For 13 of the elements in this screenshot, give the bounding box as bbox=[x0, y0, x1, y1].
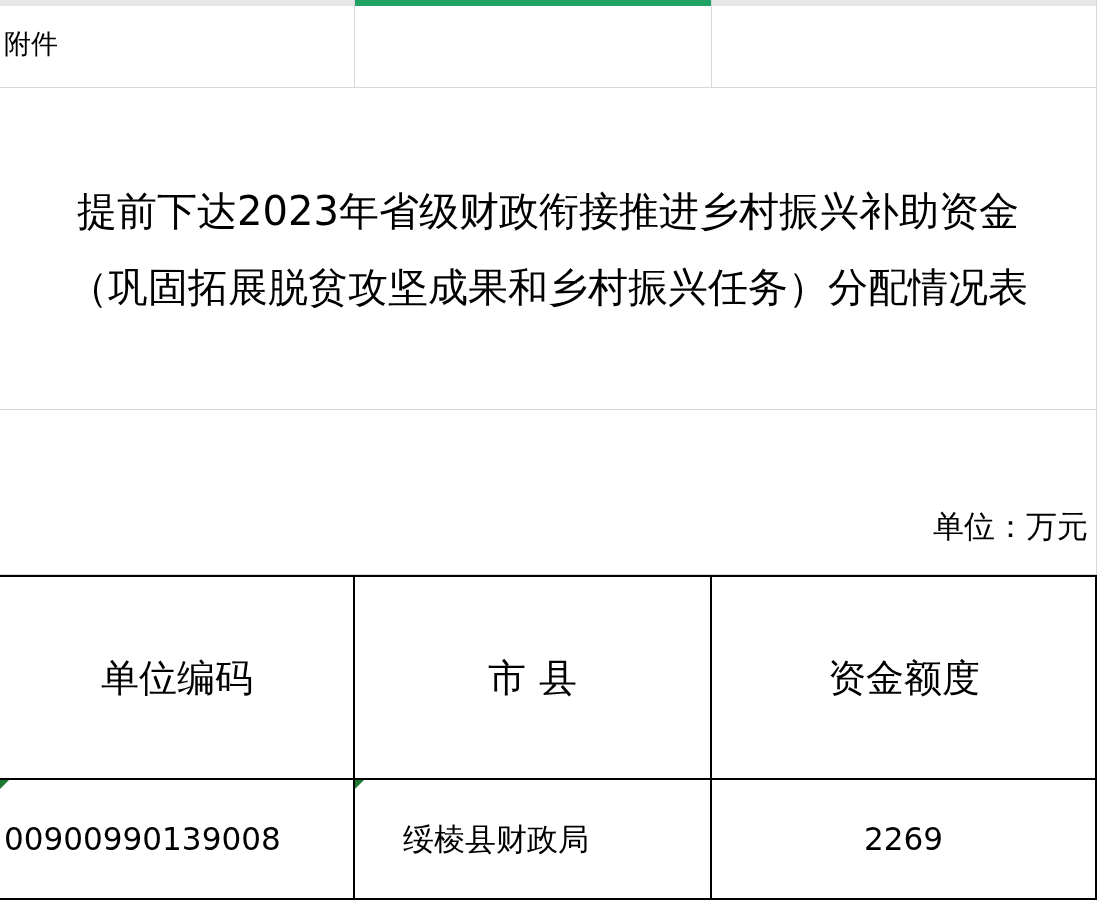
column-header-strip[interactable] bbox=[0, 0, 354, 6]
table-cell-text: 绥棱县财政局 bbox=[403, 819, 589, 859]
column-header: 资金额度 bbox=[827, 653, 980, 702]
column-header: 单位编码 bbox=[100, 653, 253, 702]
table-title: 提前下达2023年省级财政衔接推进乡村振兴补助资金 bbox=[77, 186, 1019, 236]
table-cell-text: 2269 bbox=[863, 819, 944, 859]
column-header-strip[interactable] bbox=[712, 0, 1096, 6]
selected-column-indicator[interactable] bbox=[355, 0, 711, 6]
unit-note: 单位：万元 bbox=[933, 507, 1088, 547]
table-title: （巩固拓展脱贫攻坚成果和乡村振兴任务）分配情况表 bbox=[68, 262, 1028, 312]
column-header: 市 县 bbox=[488, 653, 577, 702]
table-cell-text: 00900990139008 bbox=[4, 819, 281, 859]
attachment-label: 附件 bbox=[3, 26, 58, 61]
